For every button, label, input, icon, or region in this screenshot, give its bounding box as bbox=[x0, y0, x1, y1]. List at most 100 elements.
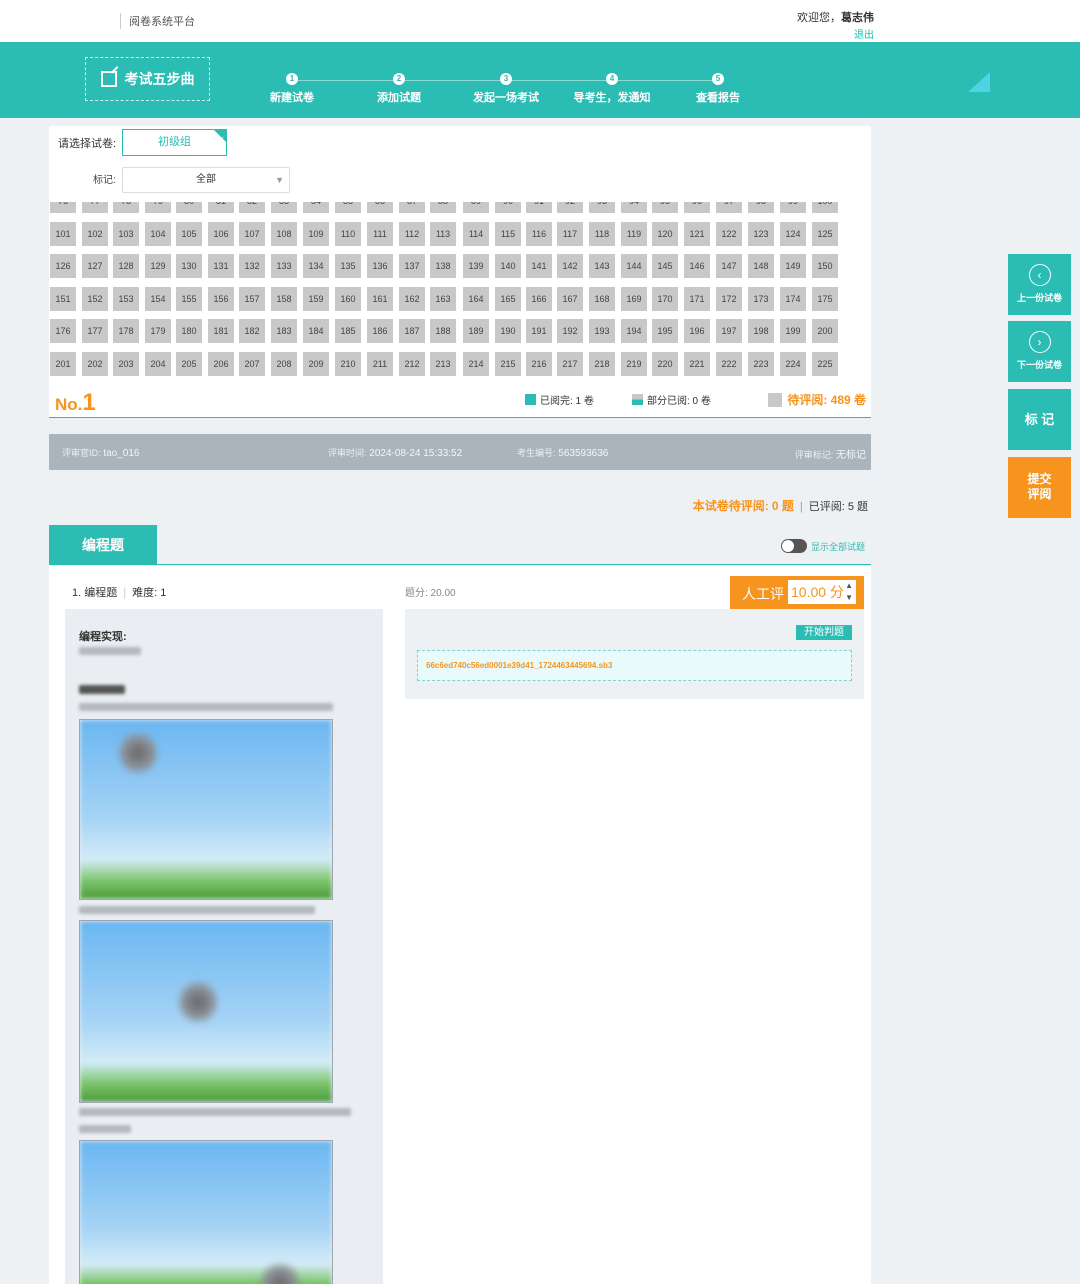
paper-number-cell[interactable]: 126 bbox=[50, 254, 76, 279]
spinner-icon[interactable]: ▲ ▼ bbox=[845, 580, 853, 604]
paper-number-cell[interactable]: 219 bbox=[621, 352, 647, 376]
paper-number-cell[interactable]: 92 bbox=[557, 202, 583, 213]
paper-number-cell[interactable]: 137 bbox=[399, 254, 425, 279]
paper-number-cell[interactable]: 224 bbox=[780, 352, 806, 376]
paper-number-cell[interactable]: 148 bbox=[748, 254, 774, 279]
paper-number-cell[interactable]: 140 bbox=[495, 254, 521, 279]
paper-number-cell[interactable]: 179 bbox=[145, 319, 171, 344]
paper-number-cell[interactable]: 116 bbox=[526, 221, 552, 246]
paper-number-cell[interactable]: 203 bbox=[113, 352, 139, 376]
paper-number-cell[interactable]: 112 bbox=[399, 221, 425, 246]
paper-number-cell[interactable]: 218 bbox=[589, 352, 615, 376]
paper-number-cell[interactable]: 200 bbox=[812, 319, 838, 344]
paper-number-cell[interactable]: 108 bbox=[271, 221, 297, 246]
paper-number-cell[interactable]: 115 bbox=[495, 221, 521, 246]
paper-number-cell[interactable]: 177 bbox=[82, 319, 108, 344]
paper-number-cell[interactable]: 214 bbox=[463, 352, 489, 376]
paper-number-cell[interactable]: 190 bbox=[495, 319, 521, 344]
paper-number-cell[interactable]: 79 bbox=[145, 202, 171, 213]
paper-number-cell[interactable]: 161 bbox=[367, 286, 393, 311]
paper-number-cell[interactable]: 150 bbox=[812, 254, 838, 279]
paper-number-cell[interactable]: 157 bbox=[239, 286, 265, 311]
answer-file-link[interactable]: 66c6ed740c56ed0001e39d41_1724463445694.s… bbox=[417, 650, 852, 681]
paper-number-cell[interactable]: 202 bbox=[82, 352, 108, 376]
paper-number-cell[interactable]: 182 bbox=[239, 319, 265, 344]
paper-number-cell[interactable]: 101 bbox=[50, 221, 76, 246]
paper-number-cell[interactable]: 196 bbox=[684, 319, 710, 344]
step-start-exam[interactable]: 3 发起一场考试 bbox=[451, 73, 561, 105]
paper-number-cell[interactable]: 138 bbox=[430, 254, 456, 279]
paper-number-cell[interactable]: 225 bbox=[812, 352, 838, 376]
paper-number-cell[interactable]: 172 bbox=[716, 286, 742, 311]
paper-number-cell[interactable]: 90 bbox=[495, 202, 521, 213]
paper-number-cell[interactable]: 105 bbox=[176, 221, 202, 246]
paper-number-cell[interactable]: 195 bbox=[652, 319, 678, 344]
paper-number-cell[interactable]: 85 bbox=[335, 202, 361, 213]
paper-number-cell[interactable]: 111 bbox=[367, 221, 393, 246]
paper-number-cell[interactable]: 169 bbox=[621, 286, 647, 311]
tab-programming[interactable]: 编程题 bbox=[49, 525, 157, 565]
paper-number-cell[interactable]: 84 bbox=[303, 202, 329, 213]
paper-number-cell[interactable]: 162 bbox=[399, 286, 425, 311]
paper-number-cell[interactable]: 107 bbox=[239, 221, 265, 246]
paper-number-cell[interactable]: 143 bbox=[589, 254, 615, 279]
mark-button[interactable]: 标 记 bbox=[1008, 389, 1071, 450]
paper-number-cell[interactable]: 134 bbox=[303, 254, 329, 279]
paper-number-cell[interactable]: 159 bbox=[303, 286, 329, 311]
paper-number-cell[interactable]: 129 bbox=[145, 254, 171, 279]
paper-number-cell[interactable]: 98 bbox=[748, 202, 774, 213]
paper-number-cell[interactable]: 96 bbox=[684, 202, 710, 213]
paper-number-cell[interactable]: 171 bbox=[684, 286, 710, 311]
paper-number-cell[interactable]: 87 bbox=[399, 202, 425, 213]
paper-number-cell[interactable]: 146 bbox=[684, 254, 710, 279]
paper-number-cell[interactable]: 164 bbox=[463, 286, 489, 311]
paper-number-cell[interactable]: 121 bbox=[684, 221, 710, 246]
paper-number-cell[interactable]: 170 bbox=[652, 286, 678, 311]
paper-number-cell[interactable]: 82 bbox=[239, 202, 265, 213]
paper-number-cell[interactable]: 204 bbox=[145, 352, 171, 376]
paper-number-cell[interactable]: 197 bbox=[716, 319, 742, 344]
paper-number-cell[interactable]: 145 bbox=[652, 254, 678, 279]
step-add-questions[interactable]: 2 添加试题 bbox=[344, 73, 454, 105]
paper-number-cell[interactable]: 127 bbox=[82, 254, 108, 279]
paper-number-cell[interactable]: 175 bbox=[812, 286, 838, 311]
paper-number-cell[interactable]: 158 bbox=[271, 286, 297, 311]
paper-number-cell[interactable]: 217 bbox=[557, 352, 583, 376]
paper-number-cell[interactable]: 117 bbox=[557, 221, 583, 246]
paper-number-cell[interactable]: 133 bbox=[271, 254, 297, 279]
paper-number-cell[interactable]: 181 bbox=[208, 319, 234, 344]
start-judging-button[interactable]: 开始判题 bbox=[796, 625, 852, 640]
paper-number-cell[interactable]: 76 bbox=[50, 202, 76, 213]
paper-number-cell[interactable]: 173 bbox=[748, 286, 774, 311]
paper-number-cell[interactable]: 130 bbox=[176, 254, 202, 279]
paper-number-cell[interactable]: 163 bbox=[430, 286, 456, 311]
paper-number-cell[interactable]: 118 bbox=[589, 221, 615, 246]
paper-number-cell[interactable]: 198 bbox=[748, 319, 774, 344]
paper-number-cell[interactable]: 141 bbox=[526, 254, 552, 279]
paper-number-cell[interactable]: 110 bbox=[335, 221, 361, 246]
manual-score-input[interactable]: 10.00 分 ▲ ▼ bbox=[788, 580, 856, 604]
next-paper-button[interactable]: › 下一份试卷 bbox=[1008, 321, 1071, 382]
paper-number-cell[interactable]: 174 bbox=[780, 286, 806, 311]
paper-number-cell[interactable]: 165 bbox=[495, 286, 521, 311]
paper-number-cell[interactable]: 188 bbox=[430, 319, 456, 344]
paper-number-cell[interactable]: 100 bbox=[812, 202, 838, 213]
paper-number-cell[interactable]: 213 bbox=[430, 352, 456, 376]
paper-number-cell[interactable]: 88 bbox=[430, 202, 456, 213]
paper-number-cell[interactable]: 183 bbox=[271, 319, 297, 344]
paper-number-cell[interactable]: 210 bbox=[335, 352, 361, 376]
paper-number-cell[interactable]: 167 bbox=[557, 286, 583, 311]
paper-number-cell[interactable]: 83 bbox=[271, 202, 297, 213]
paper-number-cell[interactable]: 113 bbox=[430, 221, 456, 246]
paper-number-cell[interactable]: 152 bbox=[82, 286, 108, 311]
paper-number-cell[interactable]: 94 bbox=[621, 202, 647, 213]
paper-number-cell[interactable]: 77 bbox=[82, 202, 108, 213]
paper-number-cell[interactable]: 149 bbox=[780, 254, 806, 279]
paper-number-cell[interactable]: 191 bbox=[526, 319, 552, 344]
paper-number-cell[interactable]: 125 bbox=[812, 221, 838, 246]
logout-link[interactable]: 退出 bbox=[854, 26, 874, 41]
paper-number-cell[interactable]: 81 bbox=[208, 202, 234, 213]
paper-number-cell[interactable]: 123 bbox=[748, 221, 774, 246]
paper-number-cell[interactable]: 103 bbox=[113, 221, 139, 246]
paper-number-cell[interactable]: 215 bbox=[495, 352, 521, 376]
